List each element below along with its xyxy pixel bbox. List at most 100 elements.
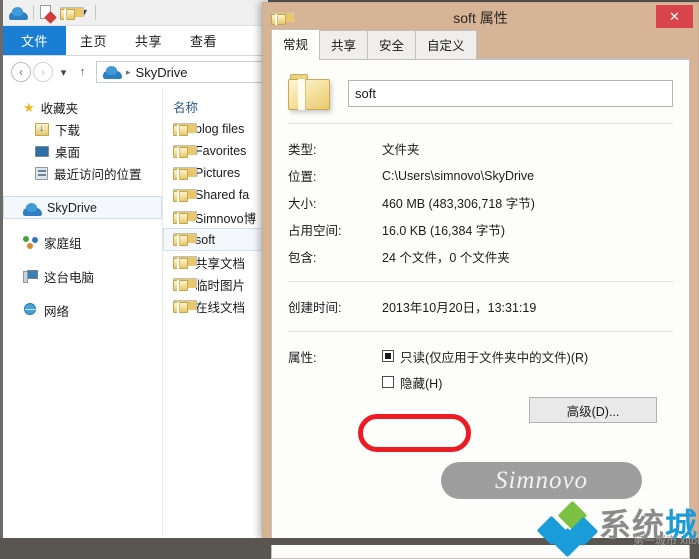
list-item-label: 共享文档 [195,256,246,271]
tab-customize[interactable]: 自定义 [415,30,477,59]
list-item-label: Shared fa [195,188,250,202]
dialog-title-bar[interactable]: soft 属性 ✕ [263,3,698,33]
tab-security[interactable]: 安全 [367,30,417,59]
recent-places-icon [35,166,48,180]
property-label: 大小: [288,197,317,211]
sidebar-item-skydrive[interactable]: SkyDrive [3,196,162,219]
property-value: 文件夹 [382,143,420,157]
list-item-label: Favorites [195,144,247,158]
toolbar-divider [33,5,34,20]
sidebar-item-downloads[interactable]: ↓ 下载 [3,118,162,140]
network-icon [23,303,38,317]
list-item-label: soft [195,232,216,247]
property-label: 类型: [288,143,317,157]
sidebar-item-label: 网络 [44,304,70,319]
property-value: C:\Users\simnovo\SkyDrive [382,168,535,183]
properties-icon[interactable] [40,4,58,24]
sidebar-item-homegroup[interactable]: 家庭组 [3,231,162,253]
list-item-label: blog files [195,122,245,136]
folder-properties-dialog: soft 属性 ✕ 常规 共享 安全 自定义 soft 类型: 文件夹 位置: … [262,2,699,559]
list-item[interactable]: 临时图片 [163,273,268,295]
sidebar-item-this-pc[interactable]: 这台电脑 [3,265,162,287]
forward-button[interactable]: › [33,62,53,82]
folder-icon [173,188,197,202]
folder-icon [173,299,197,313]
folder-icon [173,233,197,246]
property-value: 16.0 KB (16,384 字节) [382,224,505,238]
up-button[interactable]: ↑ [74,66,91,78]
property-label: 占用空间: [288,224,342,238]
folder-icon [173,122,197,136]
folder-name-row: soft [288,74,673,112]
ribbon-tab-file[interactable]: 文件 [3,26,67,55]
list-item-selected[interactable]: soft [163,228,268,251]
quick-access-toolbar: ▼ [3,0,268,26]
property-label: 创建时间: [288,301,342,315]
folder-icon [173,210,197,224]
readonly-checkbox-row[interactable]: 只读(仅应用于文件夹中的文件)(R) [382,343,673,369]
folder-icon [173,166,197,180]
divider-3 [288,331,673,332]
back-button[interactable]: ‹ [11,62,31,82]
advanced-button-row: 高级(D)... [288,397,673,423]
address-input[interactable]: ▸ SkyDrive [96,61,264,83]
folder-name-input[interactable]: soft [348,79,673,107]
divider [288,123,673,124]
folder-icon [173,144,197,158]
list-item[interactable]: Favorites [163,140,268,162]
sidebar-item-label: SkyDrive [47,200,98,215]
list-item[interactable]: 在线文档 [163,295,268,317]
breadcrumb-skydrive[interactable]: SkyDrive [136,65,188,80]
sidebar-item-favorites[interactable]: ★ 收藏夹 [3,96,162,118]
diamond-cluster-icon [533,500,605,558]
ribbon-tab-view[interactable]: 查看 [176,26,231,55]
readonly-checkbox[interactable] [382,350,394,362]
sidebar-item-recent-places[interactable]: 最近访问的位置 [3,162,162,184]
file-list-pane: 名称 blog files Favorites Pictures Shared … [163,88,268,536]
xitongcheng-logo: 系统城 第一城市 xitongcheng.com [533,500,699,558]
toolbar-divider-2 [94,5,96,20]
large-folder-icon [288,74,332,112]
logo-subtitle: 第一城市 xitongcheng.com [633,535,699,547]
skydrive-cloud-icon-nav [23,199,42,217]
sidebar-item-label: 下载 [55,123,81,138]
ribbon-tab-share[interactable]: 共享 [121,26,176,55]
attributes-row: 属性: 只读(仅应用于文件夹中的文件)(R) 隐藏(H) [288,343,673,395]
property-row-contains: 包含: 24 个文件，0 个文件夹 [288,243,673,270]
skydrive-cloud-icon[interactable] [9,4,28,22]
property-row-size-on-disk: 占用空间: 16.0 KB (16,384 字节) [288,216,673,243]
list-item[interactable]: Shared fa [163,184,268,206]
property-value: 2013年10月20日，13:31:19 [382,301,537,315]
new-folder-icon[interactable] [60,4,84,22]
column-header-name[interactable]: 名称 [163,94,268,118]
property-label: 位置: [288,170,317,184]
hidden-checkbox[interactable] [382,376,394,388]
folder-icon [173,277,197,291]
property-value: 24 个文件，0 个文件夹 [382,251,510,265]
sidebar-item-desktop[interactable]: 桌面 [3,140,162,162]
desktop-icon [35,145,49,157]
list-item-label: 在线文档 [195,300,246,315]
advanced-button[interactable]: 高级(D)... [529,397,657,423]
readonly-label: 只读(仅应用于文件夹中的文件)(R) [400,350,589,365]
property-row-location: 位置: C:\Users\simnovo\SkyDrive [288,162,673,189]
ribbon-tab-strip: 文件 主页 共享 查看 [3,26,268,56]
list-item[interactable]: Pictures [163,162,268,184]
file-explorer-window: ▼ 文件 主页 共享 查看 ‹ › ▾ ↑ ▸ SkyDrive ★ 收藏夹 ↓… [0,0,268,538]
navigation-pane: ★ 收藏夹 ↓ 下载 桌面 最近访问的位置 SkyDrive 家庭组 这台电脑 … [3,88,163,536]
ribbon-tab-home[interactable]: 主页 [66,26,121,55]
list-item[interactable]: Simnovo博 [163,206,268,228]
skydrive-cloud-icon-address [103,63,122,81]
sidebar-item-network[interactable]: 网络 [3,299,162,321]
close-icon[interactable]: ✕ [656,5,693,28]
property-label: 包含: [288,251,317,265]
list-item[interactable]: blog files [163,118,268,140]
attributes-block: 只读(仅应用于文件夹中的文件)(R) 隐藏(H) [382,343,673,395]
recent-locations-dropdown[interactable]: ▾ [55,66,72,79]
downloads-folder-icon: ↓ [35,122,49,136]
tab-general[interactable]: 常规 [271,29,321,60]
list-item[interactable]: 共享文档 [163,251,268,273]
hidden-checkbox-row[interactable]: 隐藏(H) [382,369,673,395]
tab-sharing[interactable]: 共享 [319,30,369,59]
